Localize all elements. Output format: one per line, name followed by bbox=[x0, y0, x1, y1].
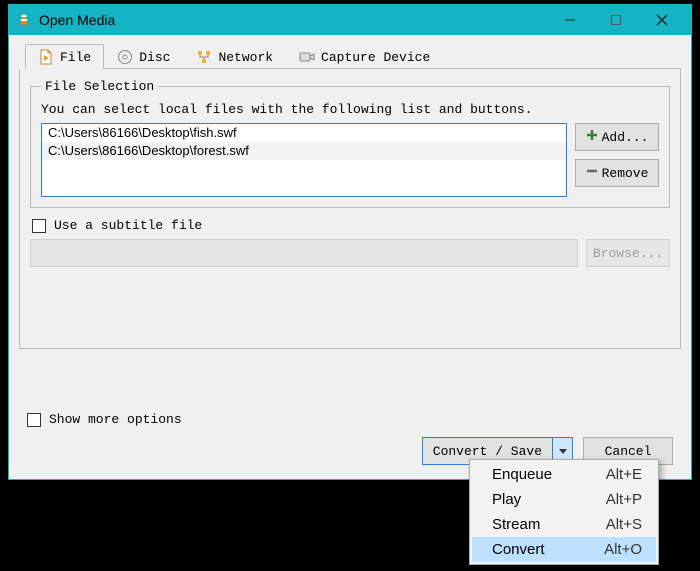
tab-disc[interactable]: Disc bbox=[104, 44, 183, 69]
file-selection-group: File Selection You can select local file… bbox=[30, 79, 670, 208]
file-selection-legend: File Selection bbox=[41, 79, 158, 94]
checkbox-icon[interactable] bbox=[32, 219, 46, 233]
convert-save-menu: Enqueue Alt+E Play Alt+P Stream Alt+S Co… bbox=[469, 459, 659, 565]
menu-item-convert[interactable]: Convert Alt+O bbox=[472, 537, 656, 562]
add-button[interactable]: Add... bbox=[575, 123, 659, 151]
open-media-window: Open Media File Disc bbox=[8, 4, 692, 480]
menu-item-label: Stream bbox=[492, 516, 540, 533]
file-list-item[interactable]: C:\Users\86166\Desktop\forest.swf bbox=[42, 142, 566, 160]
subtitle-path-input bbox=[30, 239, 578, 267]
menu-item-label: Convert bbox=[492, 541, 545, 558]
tab-capture[interactable]: Capture Device bbox=[286, 44, 443, 69]
disc-icon bbox=[117, 49, 133, 65]
menu-item-stream[interactable]: Stream Alt+S bbox=[472, 512, 656, 537]
tab-file-label: File bbox=[60, 50, 91, 65]
network-icon bbox=[196, 49, 212, 65]
menu-item-enqueue[interactable]: Enqueue Alt+E bbox=[472, 462, 656, 487]
menu-item-shortcut: Alt+P bbox=[606, 491, 642, 508]
checkbox-icon[interactable] bbox=[27, 413, 41, 427]
tab-capture-label: Capture Device bbox=[321, 50, 430, 65]
more-options-row[interactable]: Show more options bbox=[27, 412, 182, 427]
maximize-button[interactable] bbox=[593, 5, 639, 35]
add-button-label: Add... bbox=[602, 130, 649, 145]
subtitle-checkbox-label: Use a subtitle file bbox=[54, 218, 202, 233]
tab-network[interactable]: Network bbox=[183, 44, 286, 69]
menu-item-play[interactable]: Play Alt+P bbox=[472, 487, 656, 512]
menu-item-shortcut: Alt+O bbox=[604, 541, 642, 558]
client-area: File Disc Network Capture Device bbox=[9, 35, 691, 479]
menu-item-shortcut: Alt+E bbox=[606, 466, 642, 483]
file-icon bbox=[38, 49, 54, 65]
cancel-button-label: Cancel bbox=[605, 444, 652, 459]
tab-page-file: File Selection You can select local file… bbox=[19, 69, 681, 349]
tab-bar: File Disc Network Capture Device bbox=[25, 43, 681, 69]
remove-button-label: Remove bbox=[602, 166, 649, 181]
browse-button: Browse... bbox=[586, 239, 670, 267]
window-title: Open Media bbox=[39, 12, 547, 28]
plus-icon bbox=[586, 129, 598, 145]
browse-button-label: Browse... bbox=[593, 246, 663, 261]
capture-icon bbox=[299, 49, 315, 65]
remove-button[interactable]: Remove bbox=[575, 159, 659, 187]
subtitle-checkbox-row[interactable]: Use a subtitle file bbox=[32, 218, 670, 233]
close-button[interactable] bbox=[639, 5, 685, 35]
minimize-button[interactable] bbox=[547, 5, 593, 35]
menu-item-label: Play bbox=[492, 491, 521, 508]
file-list[interactable]: C:\Users\86166\Desktop\fish.swf C:\Users… bbox=[41, 123, 567, 197]
tab-disc-label: Disc bbox=[139, 50, 170, 65]
menu-item-shortcut: Alt+S bbox=[606, 516, 642, 533]
vlc-app-icon bbox=[15, 10, 33, 31]
menu-item-label: Enqueue bbox=[492, 466, 552, 483]
tab-network-label: Network bbox=[218, 50, 273, 65]
more-options-label: Show more options bbox=[49, 412, 182, 427]
tab-file[interactable]: File bbox=[25, 44, 104, 69]
file-list-item[interactable]: C:\Users\86166\Desktop\fish.swf bbox=[42, 124, 566, 142]
file-selection-hint: You can select local files with the foll… bbox=[41, 102, 659, 117]
minus-icon bbox=[586, 165, 598, 181]
chevron-down-icon bbox=[558, 444, 568, 459]
title-bar: Open Media bbox=[9, 5, 691, 35]
